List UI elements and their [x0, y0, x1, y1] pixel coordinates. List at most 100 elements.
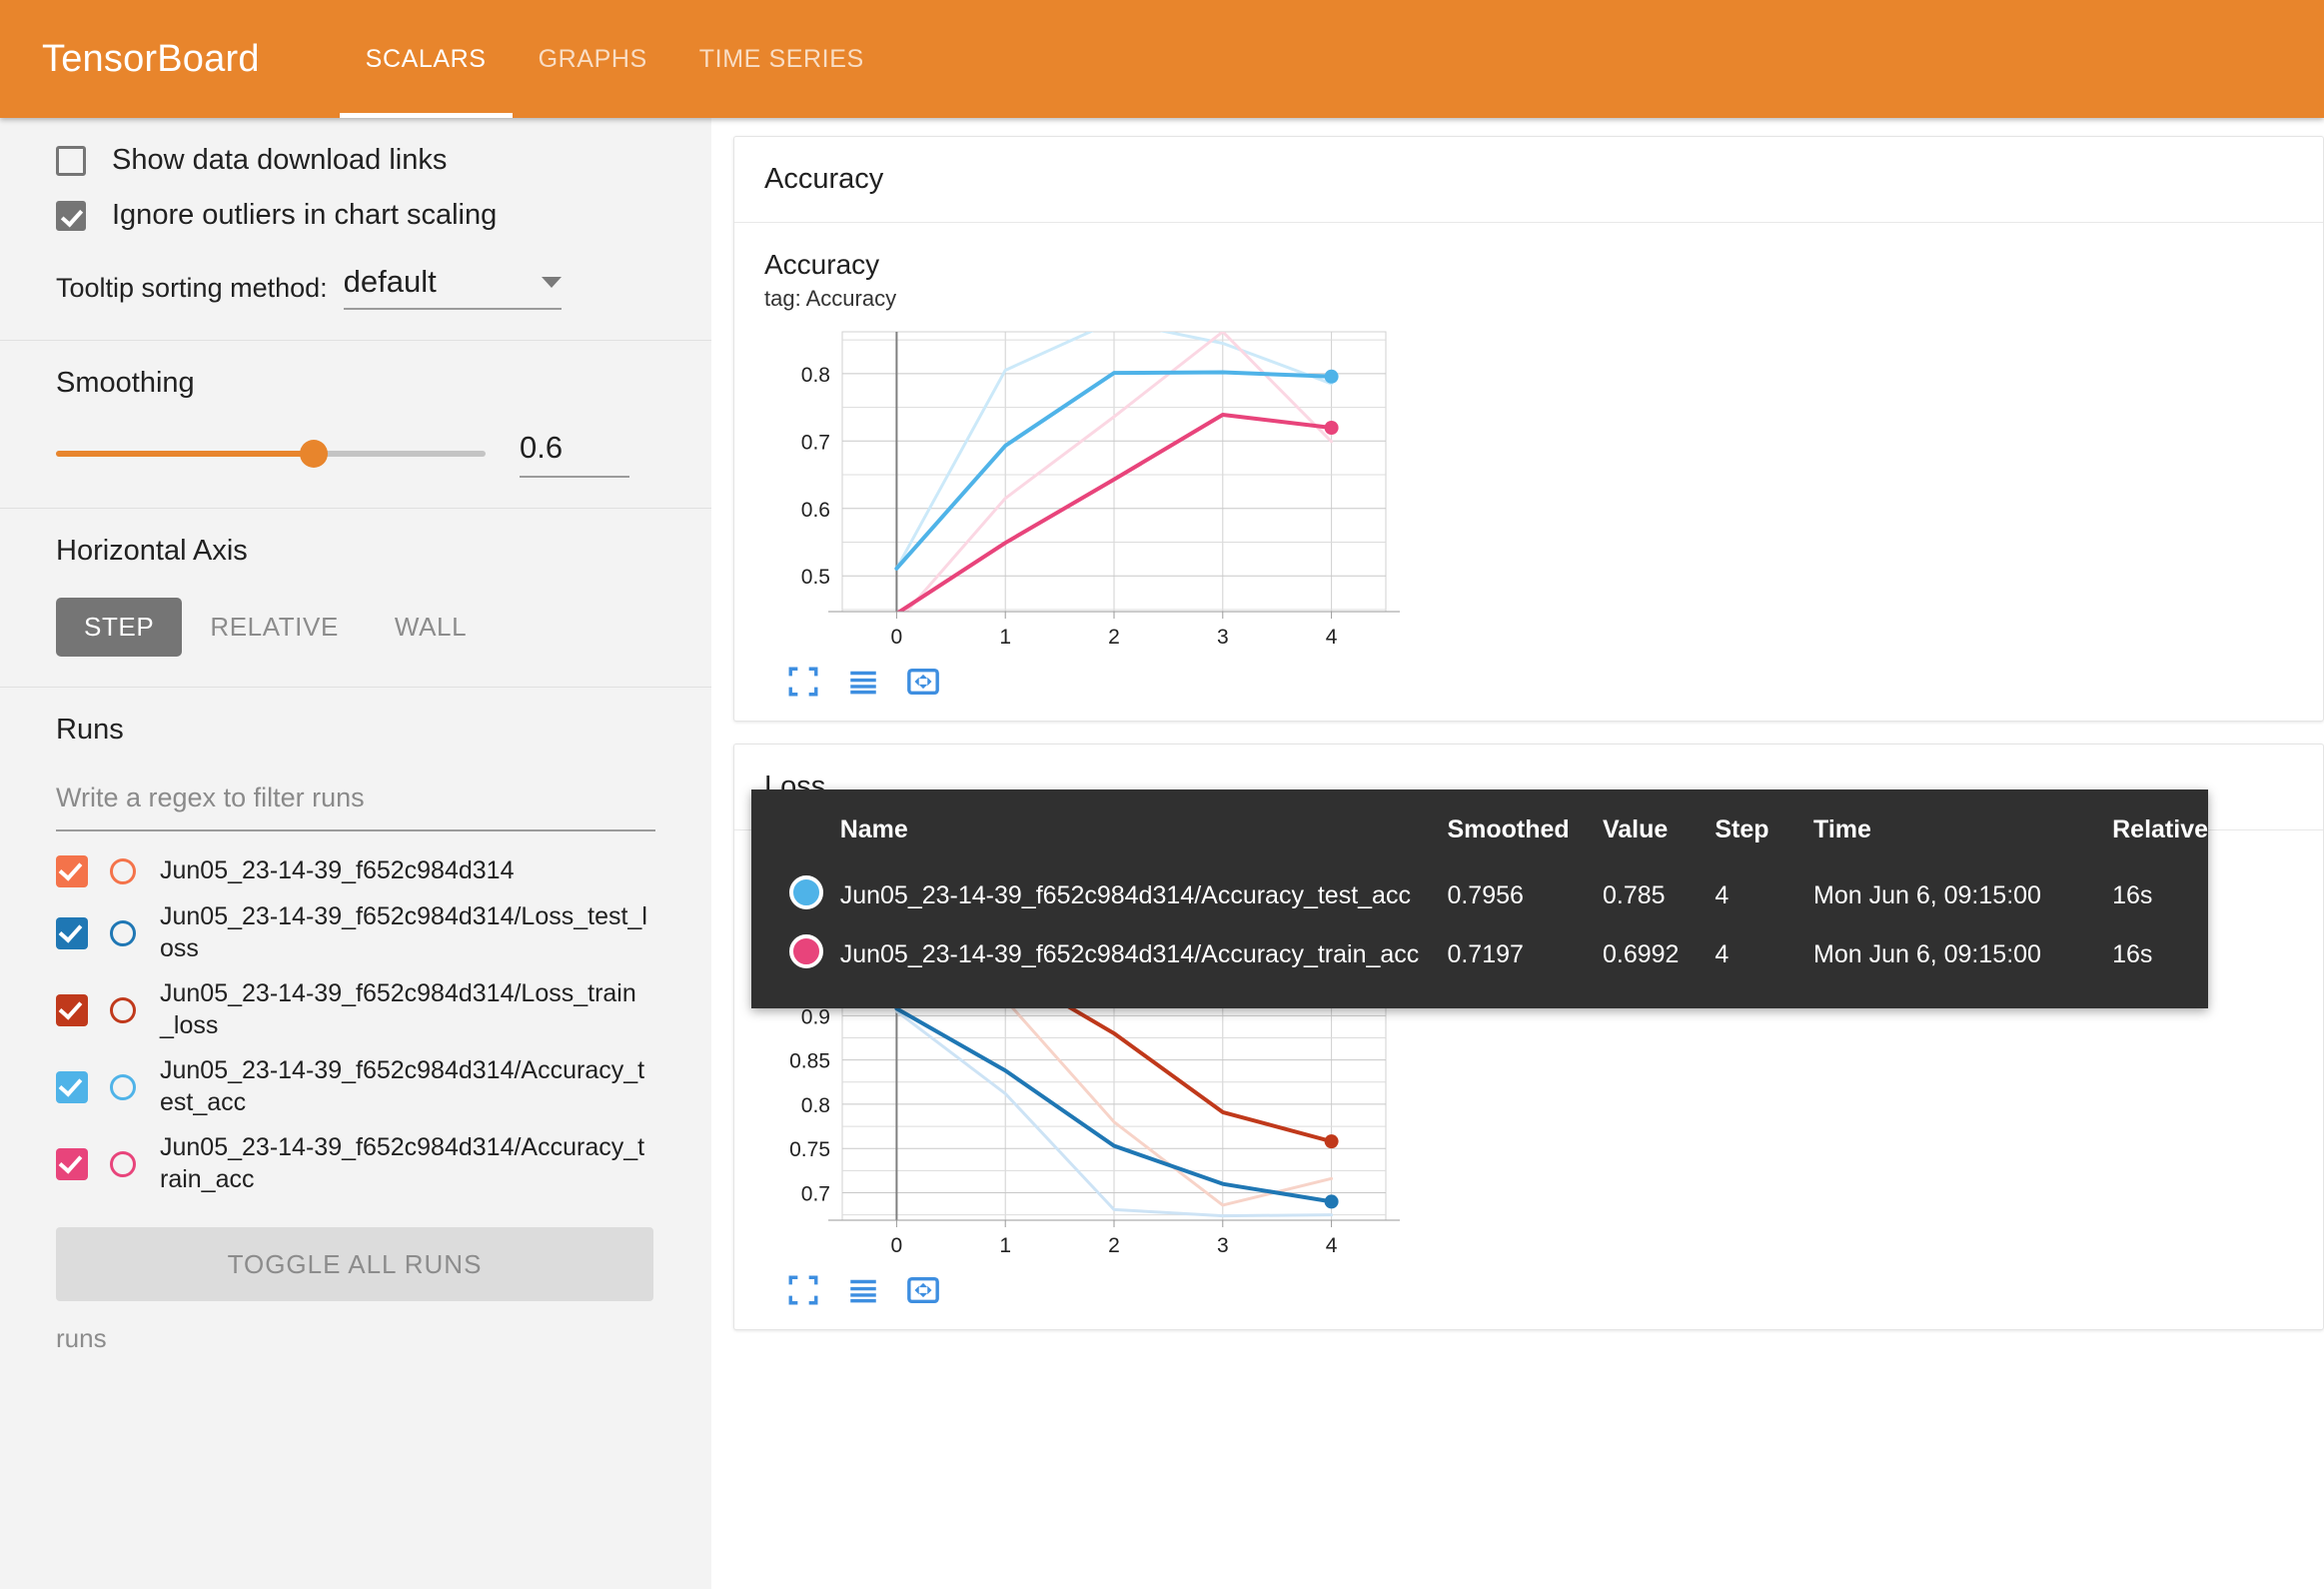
tooltip-row: Jun05_23-14-39_f652c984d314/Accuracy_tes…	[751, 866, 2208, 925]
fullscreen-icon[interactable]	[786, 665, 820, 699]
show-data-download-links-row[interactable]: Show data download links	[56, 144, 655, 177]
accuracy-chart-tag: tag: Accuracy	[764, 286, 2293, 312]
pan-icon[interactable]	[906, 665, 940, 699]
axis-option-relative[interactable]: RELATIVE	[182, 598, 367, 657]
tooltip-swatch-header	[751, 815, 840, 866]
svg-text:3: 3	[1217, 626, 1229, 649]
tooltip-sorting-row: Tooltip sorting method: default	[56, 264, 655, 310]
run-item[interactable]: Jun05_23-14-39_f652c984d314	[56, 855, 655, 887]
sidebar-display-options: Show data download links Ignore outliers…	[0, 118, 711, 341]
svg-text:4: 4	[1326, 1234, 1338, 1257]
horizontal-axis-toggle-group: STEP RELATIVE WALL	[56, 598, 655, 657]
sidebar: Show data download links Ignore outliers…	[0, 118, 711, 1589]
run-checkbox[interactable]	[56, 994, 88, 1026]
run-name-label: Jun05_23-14-39_f652c984d314	[160, 855, 514, 887]
axis-option-step[interactable]: STEP	[56, 598, 182, 657]
svg-text:0.8: 0.8	[801, 1094, 830, 1117]
tooltip-cell-relative: 16s	[2112, 866, 2208, 925]
runs-title: Runs	[56, 714, 655, 747]
tooltip-body: Jun05_23-14-39_f652c984d314/Accuracy_tes…	[751, 866, 2208, 984]
smoothing-value-input[interactable]: 0.6	[520, 430, 629, 478]
show-data-download-links-checkbox[interactable]	[56, 146, 86, 176]
tooltip-sorting-value: default	[344, 264, 437, 300]
chevron-down-icon	[542, 277, 562, 288]
fullscreen-icon[interactable]	[786, 1273, 820, 1307]
run-name-label: Jun05_23-14-39_f652c984d314/Loss_train_l…	[160, 978, 649, 1041]
tooltip-cell-value: 0.785	[1603, 866, 1715, 925]
tab-scalars[interactable]: SCALARS	[340, 0, 513, 118]
ignore-outliers-label: Ignore outliers in chart scaling	[112, 199, 497, 232]
svg-text:3: 3	[1217, 1234, 1229, 1257]
svg-text:0: 0	[891, 1234, 903, 1257]
sidebar-smoothing: Smoothing 0.6	[0, 341, 711, 509]
svg-text:0.85: 0.85	[789, 1049, 830, 1072]
ignore-outliers-row[interactable]: Ignore outliers in chart scaling	[56, 199, 655, 232]
tooltip-cell-smoothed: 0.7956	[1447, 866, 1603, 925]
svg-text:1: 1	[999, 1234, 1011, 1257]
tooltip-cell-step: 4	[1715, 925, 1813, 984]
run-checkbox[interactable]	[56, 1071, 88, 1103]
svg-text:2: 2	[1108, 626, 1120, 649]
tooltip-header-smoothed: Smoothed	[1447, 815, 1603, 866]
run-item[interactable]: Jun05_23-14-39_f652c984d314/Accuracy_tes…	[56, 1055, 655, 1118]
tab-time-series[interactable]: TIME SERIES	[673, 0, 890, 118]
toggle-all-runs-button[interactable]: TOGGLE ALL RUNS	[56, 1227, 653, 1301]
tab-graphs-label: GRAPHS	[539, 45, 647, 74]
run-item[interactable]: Jun05_23-14-39_f652c984d314/Loss_test_lo…	[56, 901, 655, 964]
accuracy-chart-title: Accuracy	[764, 249, 2293, 280]
svg-text:0.8: 0.8	[801, 364, 830, 387]
run-color-circle[interactable]	[110, 858, 136, 884]
smoothing-slider-fill	[56, 451, 314, 457]
tooltip-swatch-cell	[751, 925, 840, 984]
svg-text:4: 4	[1326, 626, 1338, 649]
runs-filter-input[interactable]	[56, 777, 655, 831]
app-brand: TensorBoard	[42, 38, 260, 81]
smoothing-slider[interactable]	[56, 451, 486, 457]
tooltip-swatch-cell	[751, 866, 840, 925]
ignore-outliers-checkbox[interactable]	[56, 201, 86, 231]
data-lines-icon[interactable]	[846, 665, 880, 699]
run-color-circle[interactable]	[110, 1074, 136, 1100]
tooltip-sorting-label: Tooltip sorting method:	[56, 273, 328, 310]
accuracy-card: Accuracy Accuracy tag: Accuracy 0.5 0.6 0.…	[733, 136, 2324, 722]
accuracy-chart-toolbar	[764, 665, 2293, 699]
tooltip-cell-step: 4	[1715, 866, 1813, 925]
run-name-label: Jun05_23-14-39_f652c984d314/Accuracy_tes…	[160, 1055, 649, 1118]
tooltip-cell-value: 0.6992	[1603, 925, 1715, 984]
run-checkbox[interactable]	[56, 855, 88, 887]
tooltip-header-time: Time	[1813, 815, 2112, 866]
run-checkbox[interactable]	[56, 917, 88, 949]
run-color-circle[interactable]	[110, 920, 136, 946]
run-color-circle[interactable]	[110, 1151, 136, 1177]
tooltip-cell-relative: 16s	[2112, 925, 2208, 984]
tooltip-cell-time: Mon Jun 6, 09:15:00	[1813, 925, 2112, 984]
run-item[interactable]: Jun05_23-14-39_f652c984d314/Accuracy_tra…	[56, 1132, 655, 1195]
axis-option-wall[interactable]: WALL	[367, 598, 495, 657]
svg-text:0.7: 0.7	[801, 1182, 830, 1205]
smoothing-slider-knob[interactable]	[300, 440, 328, 468]
run-item[interactable]: Jun05_23-14-39_f652c984d314/Loss_train_l…	[56, 978, 655, 1041]
accuracy-card-header: Accuracy	[734, 137, 2323, 223]
nav-tabs: SCALARS GRAPHS TIME SERIES	[340, 0, 890, 118]
run-color-circle[interactable]	[110, 997, 136, 1023]
run-checkbox[interactable]	[56, 1148, 88, 1180]
runs-list: Jun05_23-14-39_f652c984d314 Jun05_23-14-3…	[56, 855, 655, 1195]
tooltip-header-step: Step	[1715, 815, 1813, 866]
tooltip-row: Jun05_23-14-39_f652c984d314/Accuracy_tra…	[751, 925, 2208, 984]
svg-text:0.7: 0.7	[801, 432, 830, 455]
app-header: TensorBoard SCALARS GRAPHS TIME SERIES	[0, 0, 2324, 118]
pan-icon[interactable]	[906, 1273, 940, 1307]
tab-graphs[interactable]: GRAPHS	[513, 0, 673, 118]
data-lines-icon[interactable]	[846, 1273, 880, 1307]
show-data-download-links-label: Show data download links	[112, 144, 447, 177]
run-name-label: Jun05_23-14-39_f652c984d314/Accuracy_tra…	[160, 1132, 649, 1195]
tooltip-sorting-select[interactable]: default	[344, 264, 562, 310]
svg-text:0.9: 0.9	[801, 1005, 830, 1028]
series-color-swatch	[789, 875, 823, 909]
svg-text:0.5: 0.5	[801, 567, 830, 590]
accuracy-chart[interactable]: 0.50.60.70.801234	[764, 326, 2293, 661]
svg-text:0.6: 0.6	[801, 499, 830, 522]
svg-text:2: 2	[1108, 1234, 1120, 1257]
run-name-label: Jun05_23-14-39_f652c984d314/Loss_test_lo…	[160, 901, 649, 964]
svg-text:1: 1	[999, 626, 1011, 649]
